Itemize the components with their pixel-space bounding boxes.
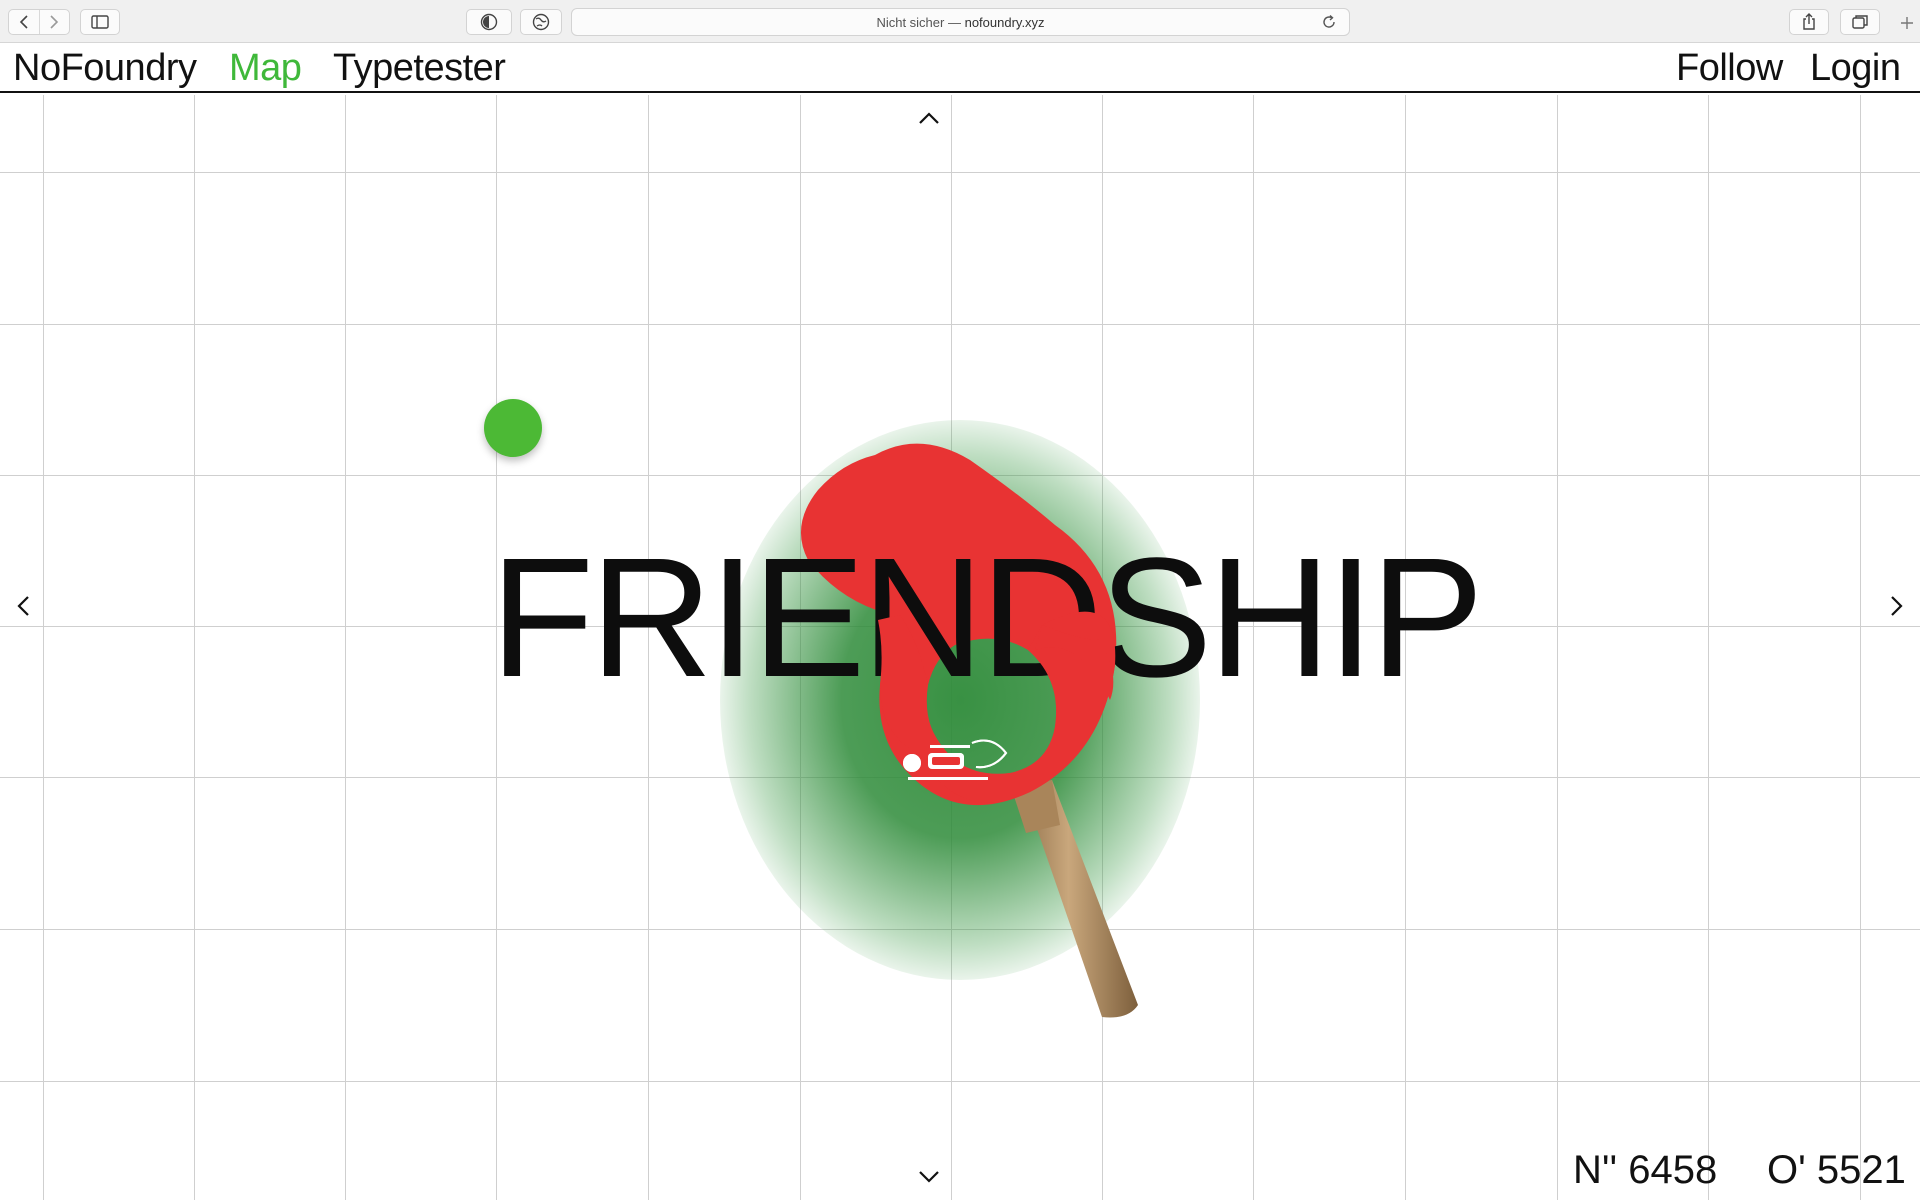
share-icon <box>1803 13 1815 30</box>
headline-friendship: FRIENDSHIP <box>490 523 1484 713</box>
security-status: Nicht sicher — <box>876 14 961 30</box>
map-canvas[interactable]: FRIENDSHIP N'' 6458 O' 5521 <box>0 95 1920 1200</box>
pan-down-button[interactable] <box>914 1162 944 1192</box>
reload-icon[interactable] <box>1321 14 1337 30</box>
forward-button[interactable] <box>38 10 69 34</box>
chevron-down-icon <box>919 1171 939 1183</box>
nav-map[interactable]: Map <box>229 46 302 90</box>
history-nav <box>8 9 70 35</box>
chevron-up-icon <box>919 112 939 124</box>
brand-link[interactable]: NoFoundry <box>13 46 197 90</box>
sidebar-icon <box>91 15 109 29</box>
address-bar[interactable]: Nicht sicher — nofoundry.xyz <box>571 8 1350 36</box>
privacy-button[interactable] <box>466 9 512 35</box>
coordinate-north: N'' 6458 <box>1573 1148 1718 1192</box>
pan-left-button[interactable] <box>8 591 38 621</box>
pan-up-button[interactable] <box>914 103 944 133</box>
chevron-right-icon <box>1891 596 1903 616</box>
nav-typetester[interactable]: Typetester <box>333 46 506 90</box>
coordinate-east: O' 5521 <box>1767 1148 1906 1192</box>
tabs-icon <box>1852 15 1868 29</box>
show-tabs-button[interactable] <box>1840 9 1880 35</box>
share-button[interactable] <box>1789 9 1829 35</box>
shield-icon <box>480 13 498 31</box>
plus-icon <box>1901 17 1913 29</box>
pan-right-button[interactable] <box>1882 591 1912 621</box>
grid-line <box>0 1081 1920 1082</box>
login-link[interactable]: Login <box>1810 46 1901 90</box>
chevron-right-icon <box>50 15 59 29</box>
globe-icon <box>532 13 550 31</box>
chevron-left-icon <box>19 15 28 29</box>
grid-line <box>0 324 1920 325</box>
sidebar-toggle-button[interactable] <box>80 9 120 35</box>
back-button[interactable] <box>9 10 39 34</box>
map-marker-dot[interactable] <box>484 399 542 457</box>
browser-toolbar: Nicht sicher — nofoundry.xyz <box>0 0 1920 43</box>
site-header: NoFoundry Map Typetester Follow Login <box>0 44 1920 93</box>
address-domain: nofoundry.xyz <box>964 14 1045 30</box>
website-settings-button[interactable] <box>520 9 562 35</box>
chevron-left-icon <box>17 596 29 616</box>
grid-line <box>0 172 1920 173</box>
new-tab-button[interactable] <box>1894 10 1920 36</box>
follow-link[interactable]: Follow <box>1676 46 1783 90</box>
